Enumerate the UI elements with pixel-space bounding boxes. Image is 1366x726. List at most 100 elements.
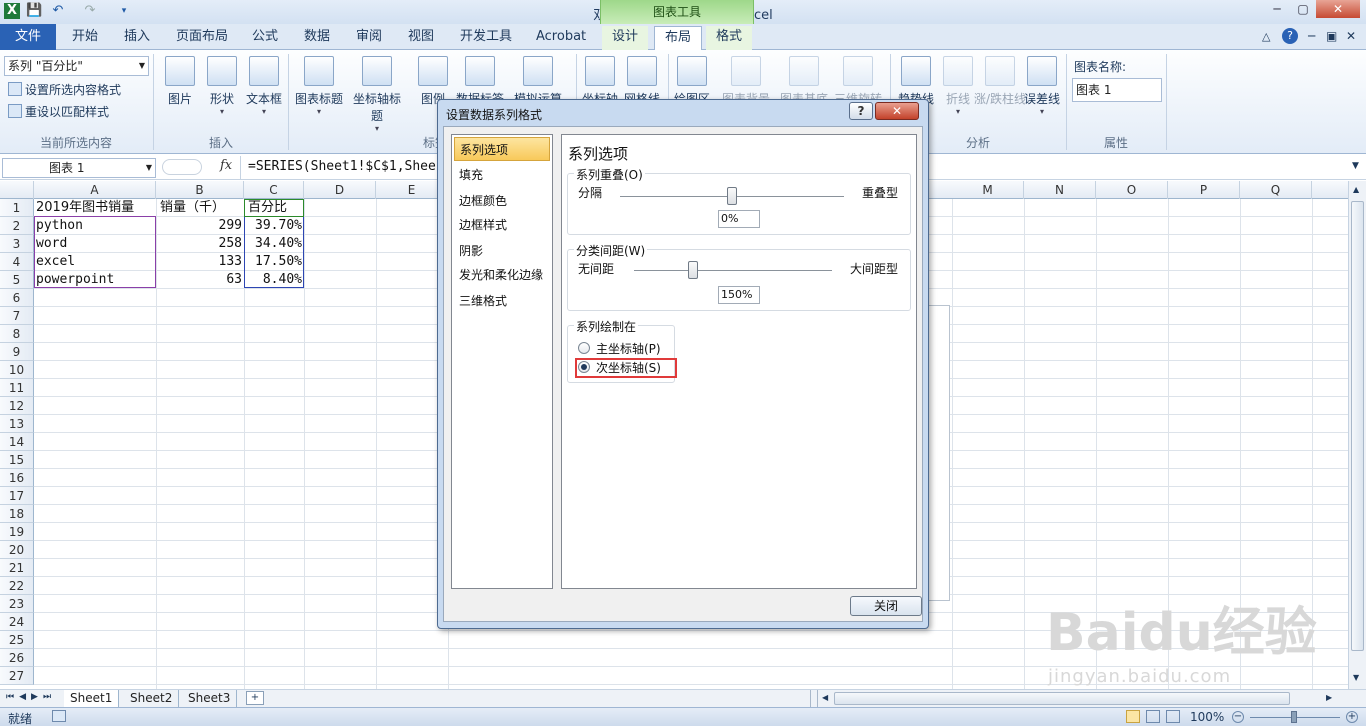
cell-b2[interactable]: 299 — [156, 217, 242, 235]
minimize-ribbon-icon[interactable]: △ — [1262, 30, 1270, 43]
cell-b4[interactable]: 133 — [156, 253, 242, 271]
column-header-o[interactable]: O — [1096, 181, 1168, 199]
column-header-q[interactable]: Q — [1240, 181, 1312, 199]
insert-textbox-button[interactable]: 文本框 ▾ — [236, 56, 292, 116]
tab-format[interactable]: 格式 — [706, 26, 753, 50]
gap-slider-thumb[interactable] — [688, 261, 699, 279]
row-header[interactable]: 5 — [0, 271, 34, 289]
chart-name-input[interactable]: 图表 1 — [1072, 78, 1162, 102]
primary-axis-radio[interactable] — [578, 342, 590, 354]
overlap-slider-thumb[interactable] — [727, 187, 737, 205]
maximize-button[interactable]: ▢ — [1290, 0, 1316, 18]
category-border-styles[interactable]: 边框样式 — [454, 213, 550, 237]
row-header[interactable]: 12 — [0, 397, 34, 415]
row-header[interactable]: 16 — [0, 469, 34, 487]
column-header-n[interactable]: N — [1024, 181, 1096, 199]
column-header-b[interactable]: B — [156, 181, 244, 199]
page-break-view-icon[interactable] — [1166, 710, 1180, 723]
select-all-corner[interactable] — [0, 181, 34, 199]
category-3d-format[interactable]: 三维格式 — [454, 289, 550, 313]
zoom-slider-thumb[interactable] — [1291, 711, 1297, 723]
zoom-level[interactable]: 100% — [1190, 710, 1224, 724]
gap-value-input[interactable]: 150% — [718, 286, 760, 304]
category-border-color[interactable]: 边框颜色 — [454, 189, 550, 213]
tab-home[interactable]: 开始 — [62, 26, 108, 50]
zoom-in-icon[interactable]: + — [1346, 711, 1358, 723]
column-header-d[interactable]: D — [304, 181, 376, 199]
workbook-restore-icon[interactable]: ▣ — [1326, 29, 1337, 43]
row-header[interactable]: 15 — [0, 451, 34, 469]
tab-formulas[interactable]: 公式 — [242, 26, 288, 50]
axis-titles-button[interactable]: 坐标轴标题 ▾ — [349, 56, 405, 133]
row-header[interactable]: 26 — [0, 649, 34, 667]
row-header[interactable]: 13 — [0, 415, 34, 433]
close-button[interactable]: 关闭 — [850, 596, 922, 616]
row-header[interactable]: 27 — [0, 667, 34, 685]
row-header[interactable]: 23 — [0, 595, 34, 613]
normal-view-icon[interactable] — [1126, 710, 1140, 723]
dialog-help-button[interactable]: ? — [849, 102, 873, 120]
row-header[interactable]: 20 — [0, 541, 34, 559]
scroll-up-icon[interactable]: ▲ — [1353, 185, 1359, 194]
row-header[interactable]: 22 — [0, 577, 34, 595]
row-header[interactable]: 9 — [0, 343, 34, 361]
category-glow-soft-edges[interactable]: 发光和柔化边缘 — [454, 263, 550, 287]
column-header-p[interactable]: P — [1168, 181, 1240, 199]
sheet-nav-icons[interactable]: ⏮◀▶⏭ — [6, 692, 56, 702]
formula-bar-splitter[interactable] — [162, 159, 202, 175]
tab-design[interactable]: 设计 — [602, 26, 649, 50]
cell-b3[interactable]: 258 — [156, 235, 242, 253]
row-header[interactable]: 10 — [0, 361, 34, 379]
tab-developer[interactable]: 开发工具 — [450, 26, 522, 50]
reset-style-button[interactable]: 重设以匹配样式 — [8, 102, 109, 122]
tab-page-layout[interactable]: 页面布局 — [166, 26, 238, 50]
row-header[interactable]: 1 — [0, 199, 34, 217]
tab-file[interactable]: 文件 — [0, 24, 56, 50]
tab-insert[interactable]: 插入 — [114, 26, 160, 50]
tab-split-handle[interactable] — [810, 690, 818, 707]
category-shadow[interactable]: 阴影 — [454, 239, 550, 263]
workbook-close-icon[interactable]: ✕ — [1346, 29, 1356, 43]
tab-layout[interactable]: 布局 — [654, 26, 703, 50]
sheet-tab-sheet3[interactable]: Sheet3 — [182, 690, 238, 707]
insert-function-icon[interactable]: fx — [220, 158, 232, 173]
expand-formula-icon[interactable]: ▼ — [1352, 161, 1359, 171]
tab-data[interactable]: 数据 — [294, 26, 340, 50]
row-header[interactable]: 18 — [0, 505, 34, 523]
dialog-close-x-button[interactable]: ✕ — [875, 102, 919, 120]
chart-area[interactable] — [928, 305, 950, 601]
zoom-out-icon[interactable]: − — [1232, 711, 1244, 723]
insert-sheet-icon[interactable]: + — [246, 691, 264, 705]
cell-b5[interactable]: 63 — [156, 271, 242, 289]
page-layout-view-icon[interactable] — [1146, 710, 1160, 723]
horizontal-scroll-thumb[interactable] — [834, 692, 1290, 705]
row-header[interactable]: 3 — [0, 235, 34, 253]
row-header[interactable]: 17 — [0, 487, 34, 505]
error-bars-button[interactable]: 误差线 ▾ — [1014, 56, 1070, 116]
format-selection-button[interactable]: 设置所选内容格式 — [8, 80, 121, 100]
scroll-left-icon[interactable]: ◀ — [822, 693, 828, 702]
tab-view[interactable]: 视图 — [398, 26, 444, 50]
cell-b1[interactable]: 销量（千） — [160, 199, 225, 217]
formula-text[interactable]: =SERIES(Sheet1!$C$1,Shee — [248, 159, 436, 174]
row-header[interactable]: 7 — [0, 307, 34, 325]
minimize-button[interactable]: ─ — [1264, 0, 1290, 18]
sheet-tab-sheet1[interactable]: Sheet1 — [64, 690, 120, 707]
workbook-minimize-icon[interactable]: ─ — [1308, 29, 1315, 43]
vertical-scroll-thumb[interactable] — [1351, 201, 1364, 651]
row-header[interactable]: 6 — [0, 289, 34, 307]
category-series-options[interactable]: 系列选项 — [454, 137, 550, 161]
row-header[interactable]: 19 — [0, 523, 34, 541]
row-header[interactable]: 2 — [0, 217, 34, 235]
macro-record-icon[interactable] — [52, 710, 66, 722]
gap-slider-track[interactable] — [634, 270, 832, 271]
tab-review[interactable]: 审阅 — [346, 26, 392, 50]
column-header-m[interactable]: M — [952, 181, 1024, 199]
column-header-a[interactable]: A — [34, 181, 156, 199]
overlap-value-input[interactable]: 0% — [718, 210, 760, 228]
help-icon[interactable]: ? — [1282, 28, 1298, 44]
row-header[interactable]: 25 — [0, 631, 34, 649]
scroll-down-icon[interactable]: ▼ — [1353, 673, 1359, 682]
vertical-scrollbar[interactable]: ▲ ▼ — [1348, 181, 1366, 689]
scroll-right-icon[interactable]: ▶ — [1326, 693, 1332, 702]
